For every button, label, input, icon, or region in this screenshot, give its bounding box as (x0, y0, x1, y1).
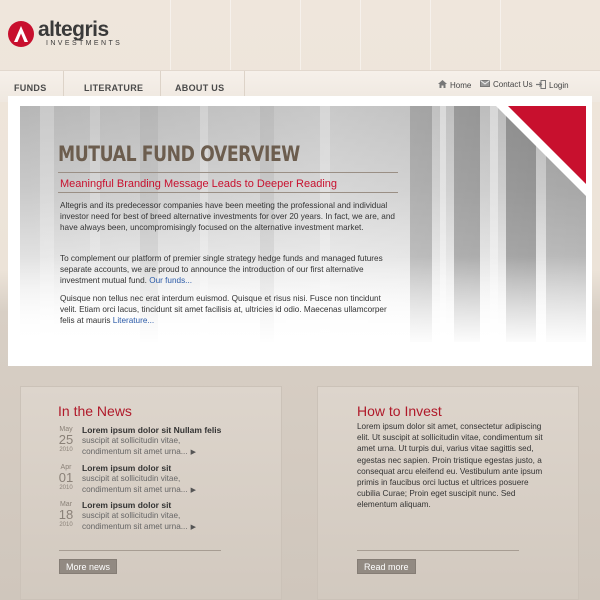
brand-name: altegris (38, 18, 109, 41)
logo-mark-icon (8, 21, 34, 47)
arrow-right-icon[interactable]: ▶ (191, 487, 196, 494)
hero-divider-top (58, 172, 398, 173)
login-icon (536, 80, 546, 91)
news-headline[interactable]: Lorem ipsum dolor sit Nullam felis (82, 425, 221, 435)
invest-divider (357, 550, 519, 551)
news-year: 2010 (59, 485, 73, 491)
home-icon (438, 80, 447, 90)
hero-paragraph-1: Altegris and its predecessor companies h… (60, 201, 395, 233)
news-summary: suscipit at sollicitudin vitae, condimen… (82, 511, 196, 533)
news-panel: In the News May 25 2010 Lorem ipsum dolo… (20, 386, 282, 600)
invest-title: How to Invest (357, 403, 442, 419)
news-divider (59, 550, 221, 551)
hero-title: MUTUAL FUND OVERVIEW (58, 142, 300, 166)
hero-corner-accent (496, 106, 586, 196)
news-day: 18 (58, 507, 74, 522)
home-link[interactable]: Home (438, 80, 471, 90)
login-link-label: Login (549, 81, 569, 90)
news-date: Mar 18 2010 (57, 500, 75, 529)
arrow-right-icon[interactable]: ▶ (191, 449, 196, 456)
news-summary: suscipit at sollicitudin vitae, condimen… (82, 474, 196, 496)
news-item[interactable]: Apr 01 2010 Lorem ipsum dolor sit suscip… (57, 463, 267, 497)
invest-body: Lorem ipsum dolor sit amet, consectetur … (357, 422, 543, 510)
hero-paragraph-3-text: Quisque non tellus nec erat interdum eui… (60, 294, 387, 326)
login-link[interactable]: Login (536, 80, 569, 91)
contact-link[interactable]: Contact Us (480, 80, 533, 89)
hero-divider-bottom (58, 192, 398, 193)
read-more-button[interactable]: Read more (357, 559, 416, 574)
home-link-label: Home (450, 80, 472, 90)
news-date: Apr 01 2010 (57, 463, 75, 492)
news-date: May 25 2010 (57, 425, 75, 454)
news-headline[interactable]: Lorem ipsum dolor sit (82, 500, 171, 510)
news-headline[interactable]: Lorem ipsum dolor sit (82, 463, 171, 473)
news-summary: suscipit at sollicitudin vitae, condimen… (82, 436, 196, 458)
news-summary-line: condimentum sit amet urna... (82, 521, 188, 531)
news-year: 2010 (59, 522, 73, 528)
news-summary-line: suscipit at sollicitudin vitae, (82, 474, 181, 483)
news-summary-line: suscipit at sollicitudin vitae, (82, 511, 181, 520)
invest-panel: How to Invest Lorem ipsum dolor sit amet… (317, 386, 579, 600)
hero-subtitle: Meaningful Branding Message Leads to Dee… (60, 178, 338, 190)
news-summary-line: condimentum sit amet urna... (82, 484, 188, 494)
hero-panel: MUTUAL FUND OVERVIEW Meaningful Branding… (8, 96, 592, 366)
news-item[interactable]: May 25 2010 Lorem ipsum dolor sit Nullam… (57, 425, 267, 459)
news-day: 25 (58, 432, 74, 447)
news-year: 2010 (59, 447, 73, 453)
contact-link-label: Contact Us (493, 80, 533, 89)
hero-paragraph-3: Quisque non tellus nec erat interdum eui… (60, 293, 396, 327)
arrow-right-icon[interactable]: ▶ (191, 524, 196, 531)
more-news-button[interactable]: More news (59, 559, 118, 574)
literature-link[interactable]: Literature... (113, 316, 154, 325)
news-title: In the News (58, 403, 132, 419)
news-item[interactable]: Mar 18 2010 Lorem ipsum dolor sit suscip… (57, 500, 267, 534)
brand-subtitle: INVESTMENTS (46, 40, 123, 47)
news-summary-line: suscipit at sollicitudin vitae, (82, 436, 181, 445)
envelope-icon (480, 80, 490, 89)
our-funds-link[interactable]: Our funds... (149, 276, 192, 285)
news-summary-line: condimentum sit amet urna... (82, 446, 188, 456)
hero-paragraph-2-text: To complement our platform of premier si… (60, 254, 383, 286)
news-day: 01 (58, 470, 74, 485)
hero-paragraph-2: To complement our platform of premier si… (60, 253, 396, 287)
brand-logo[interactable]: altegris INVESTMENTS (8, 18, 123, 48)
